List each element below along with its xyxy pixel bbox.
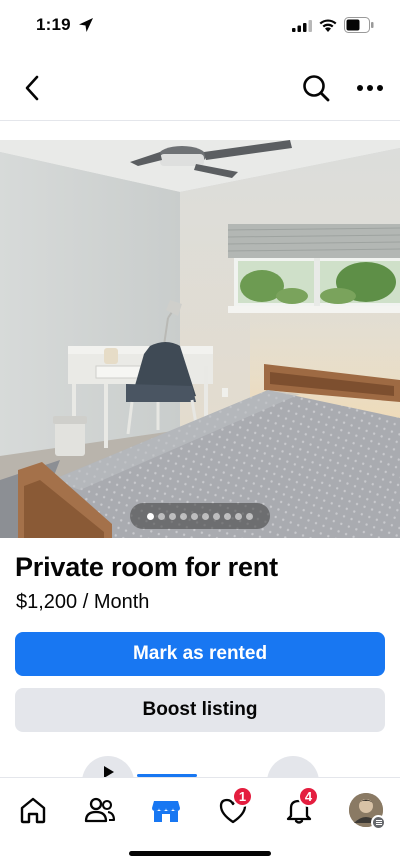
top-nav xyxy=(0,56,400,120)
mark-as-rented-button[interactable]: Mark as rented xyxy=(15,632,385,676)
room-photo-illustration xyxy=(0,140,400,538)
carousel-dot[interactable] xyxy=(246,512,253,520)
search-button[interactable] xyxy=(298,70,334,106)
listing-price: $1,200 / Month xyxy=(16,591,150,613)
carousel-dot[interactable] xyxy=(147,512,154,520)
tab-home[interactable] xyxy=(11,790,55,830)
carousel-dot[interactable] xyxy=(169,512,176,520)
play-icon xyxy=(104,766,114,778)
carousel-dot[interactable] xyxy=(180,512,187,520)
notifications-badge: 4 xyxy=(298,786,319,807)
listing-photo[interactable] xyxy=(0,140,400,538)
carousel-dot[interactable] xyxy=(213,512,220,520)
carousel-dot[interactable] xyxy=(224,512,231,520)
action-circle-button[interactable] xyxy=(82,756,134,778)
tab-friends[interactable] xyxy=(78,790,122,830)
location-arrow-icon xyxy=(79,18,93,32)
dating-badge: 1 xyxy=(232,786,253,807)
friends-icon xyxy=(84,797,116,823)
listing-title: Private room for rent xyxy=(15,552,278,582)
carousel-dot[interactable] xyxy=(158,512,165,520)
back-chevron-icon xyxy=(25,75,39,101)
more-dots-icon xyxy=(357,85,383,91)
battery-icon xyxy=(344,17,374,33)
tab-profile[interactable] xyxy=(344,790,388,830)
carousel-dot[interactable] xyxy=(235,512,242,520)
action-circle-button[interactable] xyxy=(267,756,319,778)
carousel-dot[interactable] xyxy=(202,512,209,520)
home-icon xyxy=(20,797,46,824)
signal-icon xyxy=(292,20,312,32)
scrolled-content-peek xyxy=(0,756,400,778)
boost-listing-button[interactable]: Boost listing xyxy=(15,688,385,732)
carousel-dot[interactable] xyxy=(191,512,198,520)
menu-icon xyxy=(371,815,386,830)
nav-divider xyxy=(0,120,400,121)
avatar xyxy=(349,793,386,830)
tab-dating[interactable]: 1 xyxy=(211,786,255,830)
status-time: 1:19 xyxy=(36,15,71,34)
wifi-icon xyxy=(319,19,337,32)
photo-carousel-indicator[interactable] xyxy=(130,503,270,529)
home-indicator xyxy=(129,851,271,856)
search-icon xyxy=(303,75,330,102)
back-button[interactable] xyxy=(14,70,50,106)
more-options-button[interactable] xyxy=(352,70,388,106)
tab-notifications[interactable]: 4 xyxy=(277,786,321,830)
status-bar: 1:19 xyxy=(0,0,400,52)
marketplace-icon xyxy=(152,801,180,822)
tab-marketplace[interactable] xyxy=(144,790,188,830)
